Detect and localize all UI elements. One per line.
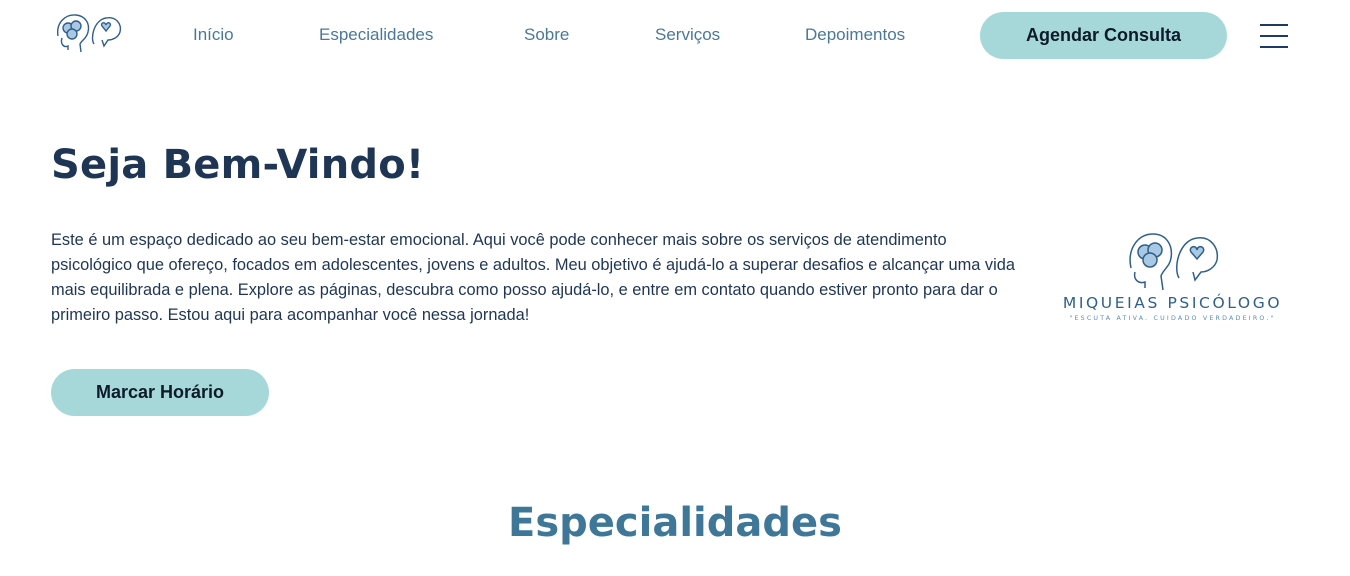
brain-heart-logo-icon[interactable] <box>54 10 124 54</box>
book-time-button[interactable]: Marcar Horário <box>51 369 269 416</box>
nav-link-inicio[interactable]: Início <box>193 25 234 45</box>
nav-link-servicos[interactable]: Serviços <box>655 25 720 45</box>
hero-description: Este é um espaço dedicado ao seu bem-est… <box>51 231 1015 324</box>
nav-link-sobre[interactable]: Sobre <box>524 25 569 45</box>
navbar: Início Especialidades Sobre Serviços Dep… <box>0 0 1350 72</box>
nav-link-especialidades[interactable]: Especialidades <box>319 25 433 45</box>
brand-tagline: "ESCUTA ATIVA. CUIDADO VERDADEIRO." <box>1069 315 1276 322</box>
hamburger-menu-icon[interactable] <box>1258 22 1290 50</box>
brand-name: MIQUEIAS PSICÓLOGO <box>1062 294 1283 312</box>
section-title-specialties: Especialidades <box>508 500 842 546</box>
brain-heart-heads-icon <box>1128 233 1218 291</box>
brand-logo-block: MIQUEIAS PSICÓLOGO "ESCUTA ATIVA. CUIDAD… <box>1040 228 1305 328</box>
schedule-appointment-button[interactable]: Agendar Consulta <box>980 12 1227 59</box>
nav-link-depoimentos[interactable]: Depoimentos <box>805 25 905 45</box>
page-title: Seja Bem-Vindo! <box>51 142 425 188</box>
